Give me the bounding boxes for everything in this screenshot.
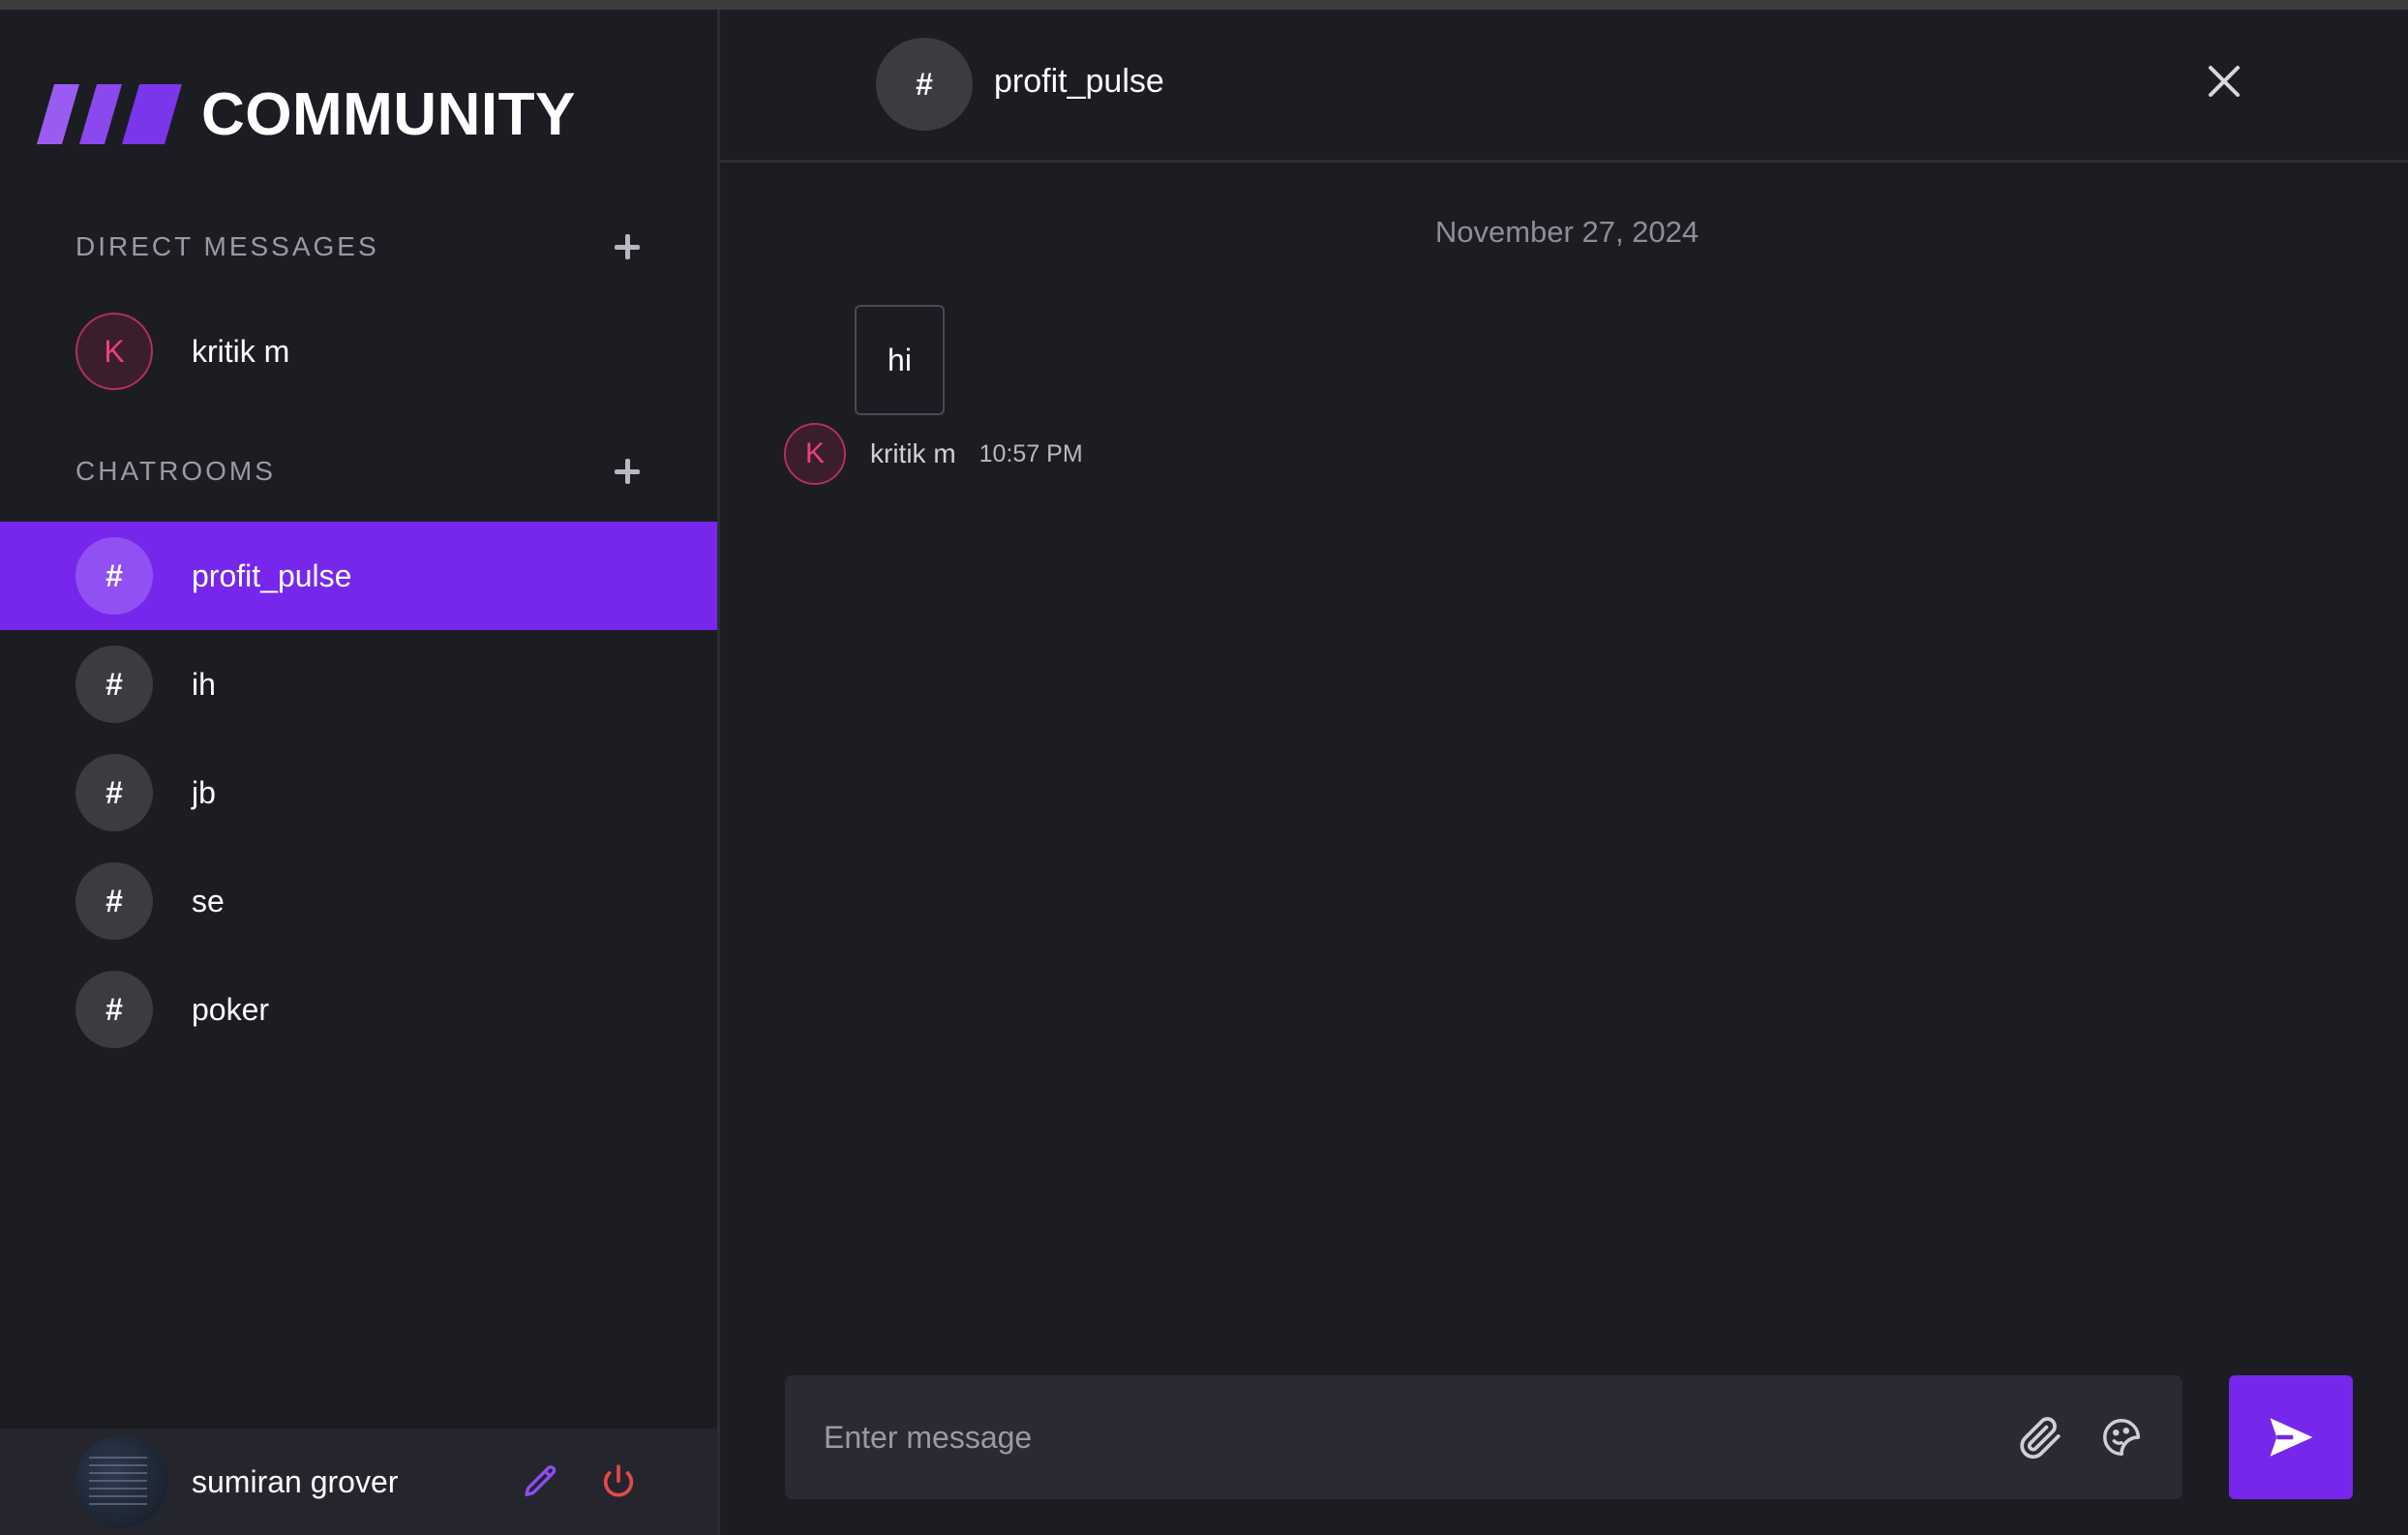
- current-user-bar: sumiran grover: [0, 1429, 717, 1535]
- pencil-icon: [525, 1465, 557, 1496]
- paperclip-icon: [2020, 1417, 2061, 1460]
- message-author: kritik m: [870, 438, 956, 468]
- app-window: COMMUNITY DIRECT MESSAGES K kritik m CHA…: [0, 0, 2408, 1535]
- user-name: sumiran grover: [192, 1463, 399, 1499]
- message-input[interactable]: [824, 1408, 2014, 1466]
- logout-button[interactable]: [595, 1459, 642, 1505]
- message-bubble: hi: [855, 305, 945, 415]
- add-direct-message-plus-icon[interactable]: [608, 227, 647, 266]
- message-meta: K kritik m 10:57 PM: [784, 423, 1083, 485]
- avatar: K: [784, 423, 846, 485]
- close-icon: [2209, 66, 2240, 97]
- close-chat-button[interactable]: [2203, 60, 2245, 103]
- send-button[interactable]: [2229, 1375, 2353, 1499]
- sidebar: COMMUNITY DIRECT MESSAGES K kritik m CHA…: [0, 10, 720, 1535]
- hash-icon: #: [75, 646, 153, 723]
- user-avatar[interactable]: [75, 1435, 168, 1528]
- chatroom-item-ih[interactable]: # ih: [0, 630, 717, 738]
- hash-icon: #: [75, 971, 153, 1048]
- date-separator: November 27, 2024: [1434, 215, 1700, 249]
- chatroom-item-label: poker: [192, 991, 270, 1027]
- edit-profile-button[interactable]: [518, 1459, 564, 1505]
- dm-item-kritik-m[interactable]: K kritik m: [0, 297, 717, 406]
- chat-title: profit_pulse: [994, 63, 1164, 100]
- attach-file-button[interactable]: [2014, 1411, 2066, 1463]
- logo: COMMUNITY: [37, 75, 576, 153]
- sticker-button[interactable]: [2095, 1411, 2148, 1463]
- avatar: K: [75, 313, 153, 390]
- chatroom-item-profit-pulse[interactable]: # profit_pulse: [0, 522, 717, 630]
- message-timestamp: 10:57 PM: [978, 439, 1083, 467]
- hash-icon: #: [75, 862, 153, 940]
- chatroom-item-label: profit_pulse: [192, 557, 352, 593]
- direct-messages-header: DIRECT MESSAGES: [75, 223, 647, 271]
- hash-icon: #: [75, 537, 153, 615]
- chatroom-item-se[interactable]: # se: [0, 847, 717, 955]
- chatroom-item-poker[interactable]: # poker: [0, 955, 717, 1064]
- chatroom-item-label: jb: [192, 774, 216, 810]
- chatroom-item-jb[interactable]: # jb: [0, 738, 717, 847]
- dm-item-label: kritik m: [192, 333, 290, 369]
- chatrooms-title: CHATROOMS: [75, 456, 276, 486]
- power-icon: [603, 1464, 634, 1497]
- chatroom-item-label: se: [192, 883, 225, 918]
- window-top-bar: [0, 0, 2408, 10]
- hash-icon: #: [876, 38, 973, 131]
- message-composer: [785, 1375, 2182, 1499]
- logo-icon: [37, 84, 182, 144]
- chatrooms-header: CHATROOMS: [75, 447, 647, 496]
- chatroom-item-label: ih: [192, 666, 216, 702]
- chat-header: # profit_pulse: [720, 10, 2408, 163]
- add-chatroom-plus-icon[interactable]: [608, 452, 647, 491]
- sticker-icon: [2103, 1419, 2140, 1456]
- brand-name: COMMUNITY: [201, 80, 576, 148]
- send-icon: [2270, 1418, 2313, 1457]
- direct-messages-title: DIRECT MESSAGES: [75, 231, 379, 261]
- chat-panel: # profit_pulse November 27, 2024 hi K kr…: [720, 10, 2408, 1535]
- hash-icon: #: [75, 754, 153, 831]
